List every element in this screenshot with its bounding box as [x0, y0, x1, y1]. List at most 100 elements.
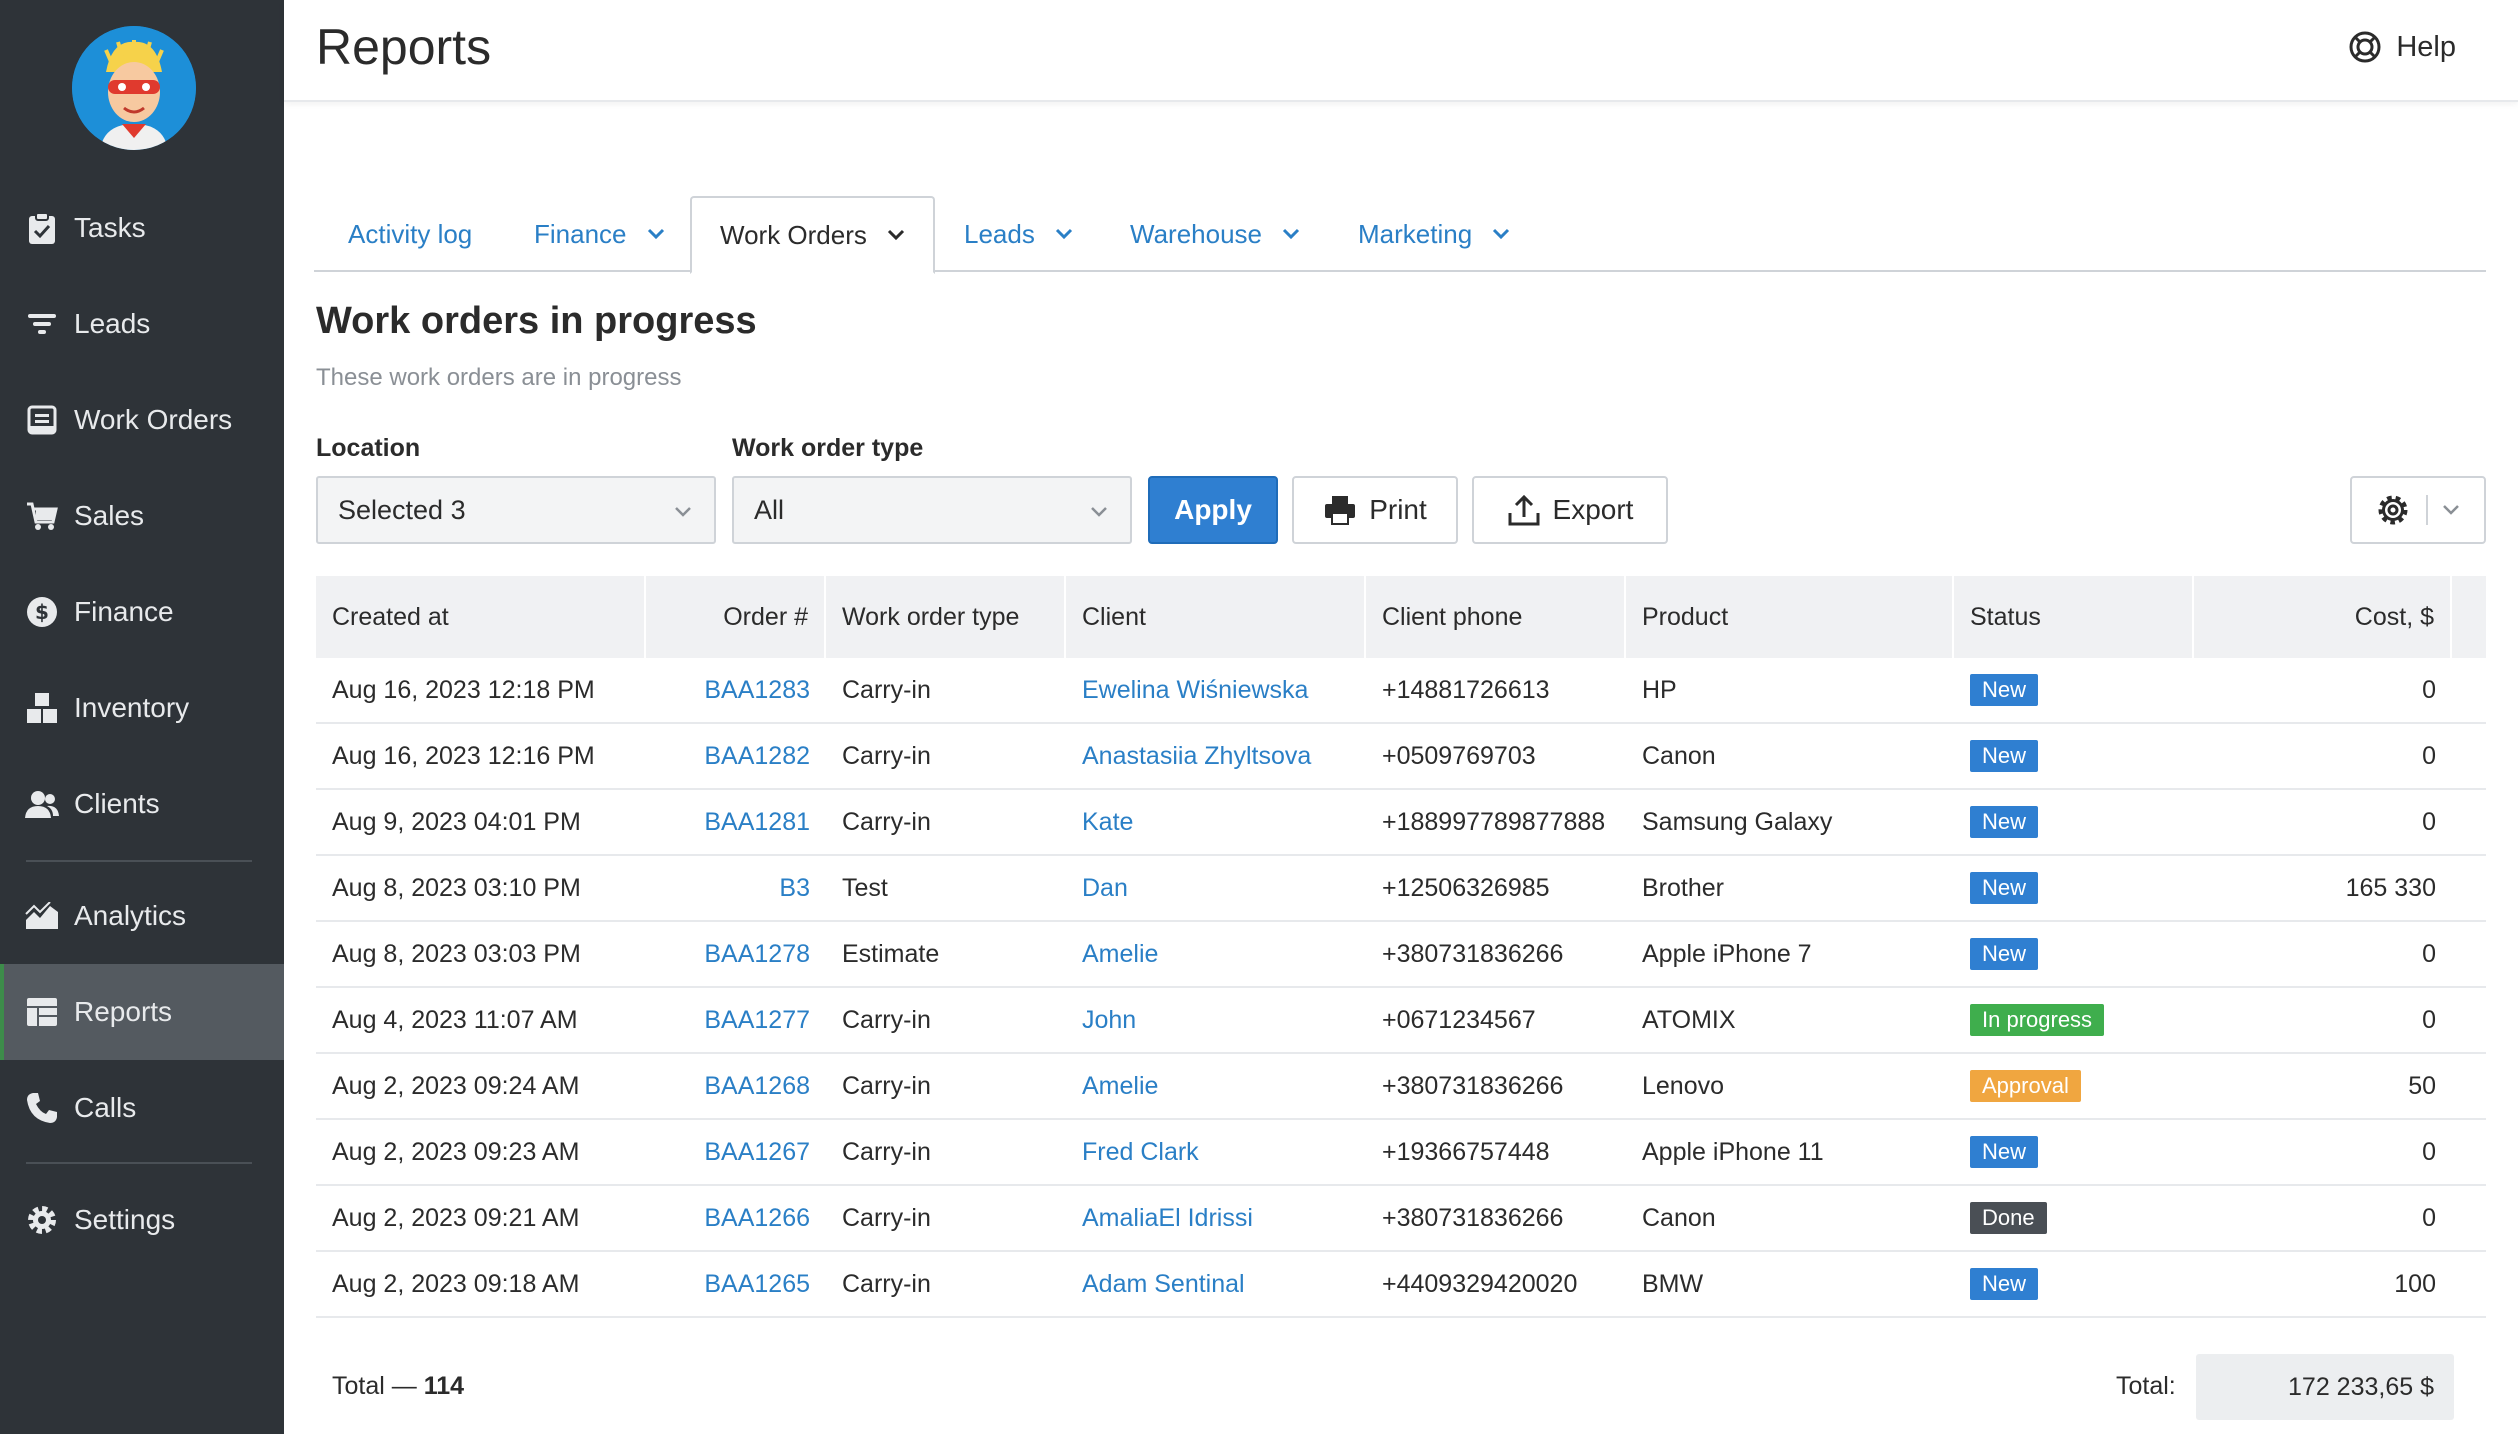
sidebar-item-analytics[interactable]: Analytics [0, 868, 284, 964]
cell-client-phone: +380731836266 [1382, 1071, 1564, 1100]
table-row[interactable]: Aug 4, 2023 11:07 AM BAA1277 Carry-in John +… [316, 988, 2486, 1054]
location-label: Location [316, 434, 421, 462]
order-link[interactable]: BAA1281 [646, 790, 826, 854]
client-link[interactable]: Amelie [1066, 1054, 1366, 1118]
order-link[interactable]: BAA1282 [646, 724, 826, 788]
apply-button[interactable]: Apply [1148, 476, 1278, 544]
gear-icon [2376, 493, 2410, 527]
sidebar-item-label: Tasks [74, 212, 146, 243]
cell-created-at: Aug 9, 2023 04:01 PM [332, 807, 581, 836]
table-row[interactable]: Aug 2, 2023 09:24 AM BAA1268 Carry-in Ameli… [316, 1054, 2486, 1120]
client-link[interactable]: Fred Clark [1066, 1120, 1366, 1184]
cell-work-order-type: Carry-in [842, 675, 931, 704]
client-link[interactable]: Dan [1066, 856, 1366, 920]
client-link[interactable]: AmaliaEl Idrissi [1066, 1186, 1366, 1250]
sidebar-item-clients[interactable]: Clients [0, 756, 284, 852]
clipboard-icon [24, 210, 60, 246]
sidebar-item-label: Settings [74, 1204, 176, 1235]
cell-work-order-type: Carry-in [842, 1137, 931, 1166]
tab-finance[interactable]: Finance [534, 196, 665, 272]
status-badge: New [1970, 806, 2039, 838]
dollar-icon: $ [24, 594, 60, 630]
cell-created-at: Aug 16, 2023 12:16 PM [332, 741, 595, 770]
tab-label: Work Orders [720, 219, 867, 250]
tab-marketing[interactable]: Marketing [1358, 196, 1510, 272]
order-link[interactable]: BAA1266 [646, 1186, 826, 1250]
tab-leads[interactable]: Leads [964, 196, 1073, 272]
cell-client-phone: +380731836266 [1382, 939, 1564, 968]
order-link[interactable]: BAA1265 [646, 1252, 826, 1316]
cell-cost: 0 [2422, 807, 2436, 836]
order-link[interactable]: BAA1283 [646, 658, 826, 722]
cell-product: Apple iPhone 7 [1642, 939, 1812, 968]
sidebar-item-finance[interactable]: $ Finance [0, 564, 284, 660]
column-cost[interactable]: Cost, $ [2194, 576, 2452, 658]
cell-status: Approval [1954, 1054, 2194, 1118]
order-link[interactable]: BAA1268 [646, 1054, 826, 1118]
table-row[interactable]: Aug 2, 2023 09:21 AM BAA1266 Carry-in Amali… [316, 1186, 2486, 1252]
status-badge: New [1970, 1136, 2039, 1168]
chevron-down-icon [887, 229, 904, 241]
chevron-down-icon [1493, 228, 1510, 240]
sidebar-item-sales[interactable]: Sales [0, 468, 284, 564]
order-link[interactable]: BAA1267 [646, 1120, 826, 1184]
client-link[interactable]: Ewelina Wiśniewska [1066, 658, 1366, 722]
column-client-phone[interactable]: Client phone [1366, 576, 1626, 658]
cell-product: Apple iPhone 11 [1642, 1137, 1824, 1166]
client-link[interactable]: Kate [1066, 790, 1366, 854]
help-button[interactable]: Help [2348, 30, 2456, 64]
tab-work-orders[interactable]: Work Orders [690, 196, 935, 274]
client-link[interactable]: Adam Sentinal [1066, 1252, 1366, 1316]
sidebar-item-calls[interactable]: Calls [0, 1060, 284, 1156]
table-row[interactable]: Aug 16, 2023 12:18 PM BAA1283 Carry-in Ewel… [316, 658, 2486, 724]
work-order-type-value: All [754, 494, 785, 525]
order-link[interactable]: BAA1278 [646, 922, 826, 986]
sidebar-item-reports[interactable]: Reports [0, 964, 284, 1060]
tab-label: Leads [964, 218, 1035, 249]
work-order-type-select[interactable]: All [732, 476, 1132, 544]
sidebar-item-work-orders[interactable]: Work Orders [0, 372, 284, 468]
column-status[interactable]: Status [1954, 576, 2194, 658]
location-select[interactable]: Selected 3 [316, 476, 716, 544]
avatar[interactable] [72, 26, 196, 150]
tab-warehouse[interactable]: Warehouse [1130, 196, 1300, 272]
table-row[interactable]: Aug 9, 2023 04:01 PM BAA1281 Carry-in Kate +… [316, 790, 2486, 856]
total-label: Total: [2116, 1372, 2176, 1400]
column-created-at[interactable]: Created at [316, 576, 646, 658]
table-row[interactable]: Aug 8, 2023 03:03 PM BAA1278 Estimate Ameli… [316, 922, 2486, 988]
table-row[interactable]: Aug 2, 2023 09:23 AM BAA1267 Carry-in Fred … [316, 1120, 2486, 1186]
work-order-icon [24, 402, 60, 438]
cell-created-at: Aug 16, 2023 12:18 PM [332, 675, 595, 704]
client-link[interactable]: Anastasiia Zhyltsova [1066, 724, 1366, 788]
chart-icon [24, 898, 60, 934]
export-button[interactable]: Export [1472, 476, 1668, 544]
sidebar-item-label: Sales [74, 500, 145, 531]
sidebar-item-settings[interactable]: Settings [0, 1172, 284, 1268]
cell-created-at: Aug 8, 2023 03:03 PM [332, 939, 581, 968]
cell-product: Canon [1642, 741, 1716, 770]
sidebar-item-inventory[interactable]: Inventory [0, 660, 284, 756]
column-product[interactable]: Product [1626, 576, 1954, 658]
report-subtitle: These work orders are in progress [316, 364, 682, 391]
sidebar-item-leads[interactable]: Leads [0, 276, 284, 372]
sidebar-item-label: Work Orders [74, 404, 233, 435]
column-client[interactable]: Client [1066, 576, 1366, 658]
order-link[interactable]: BAA1277 [646, 988, 826, 1052]
print-button[interactable]: Print [1292, 476, 1458, 544]
chevron-down-icon [647, 228, 664, 240]
cell-cost: 50 [2408, 1071, 2436, 1100]
client-link[interactable]: John [1066, 988, 1366, 1052]
column-work-order-type[interactable]: Work order type [826, 576, 1066, 658]
sidebar-item-tasks[interactable]: Tasks [0, 180, 284, 276]
work-orders-table: Created at Order # Work order type Clien… [316, 576, 2486, 1318]
cell-product: Samsung Galaxy [1642, 807, 1833, 836]
printer-icon [1323, 493, 1357, 527]
table-row[interactable]: Aug 8, 2023 03:10 PM B3 Test Dan +1250632698… [316, 856, 2486, 922]
tab-activity-log[interactable]: Activity log [348, 196, 472, 272]
table-settings-button[interactable] [2350, 476, 2486, 544]
client-link[interactable]: Amelie [1066, 922, 1366, 986]
table-row[interactable]: Aug 2, 2023 09:18 AM BAA1265 Carry-in Adam … [316, 1252, 2486, 1318]
order-link[interactable]: B3 [646, 856, 826, 920]
column-order-number[interactable]: Order # [646, 576, 826, 658]
table-row[interactable]: Aug 16, 2023 12:16 PM BAA1282 Carry-in Anas… [316, 724, 2486, 790]
